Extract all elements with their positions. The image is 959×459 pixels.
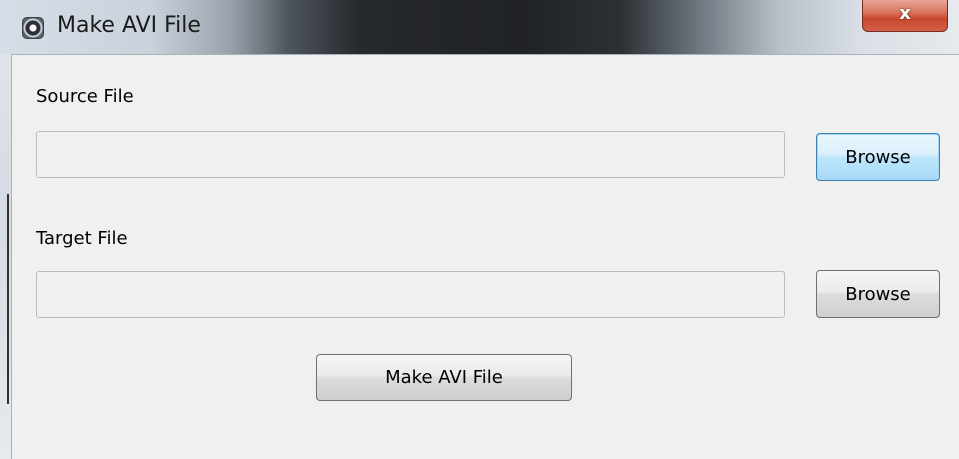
target-file-label: Target File (36, 228, 128, 249)
make-avi-window: Make AVI File x Source File Browse Targe… (0, 0, 959, 459)
window-frame-left (0, 54, 11, 459)
source-browse-button[interactable]: Browse (816, 133, 940, 181)
window-title: Make AVI File (57, 13, 201, 38)
target-file-input[interactable] (36, 271, 785, 318)
title-bar[interactable]: Make AVI File x (0, 0, 959, 54)
target-browse-button[interactable]: Browse (816, 270, 940, 318)
app-icon (22, 17, 44, 39)
source-file-input[interactable] (36, 131, 785, 178)
close-button[interactable]: x (862, 0, 948, 32)
frame-edge-shadow (7, 194, 9, 404)
make-avi-file-button[interactable]: Make AVI File (316, 354, 572, 401)
source-file-label: Source File (36, 86, 134, 107)
close-icon: x (899, 3, 911, 24)
